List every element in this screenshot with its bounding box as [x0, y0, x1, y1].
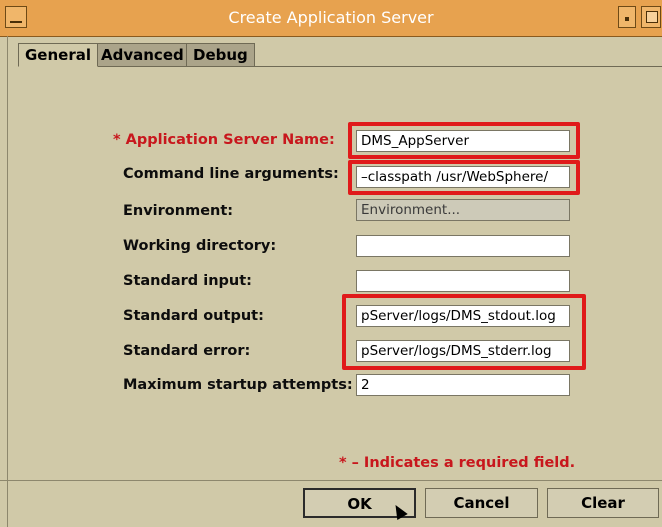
create-app-server-dialog: Create Application Server General Advanc…	[0, 0, 662, 527]
tab-debug[interactable]: Debug	[186, 43, 255, 67]
working-directory-label: Working directory:	[123, 238, 277, 254]
standard-error-label: Standard error:	[123, 343, 251, 359]
working-directory-field[interactable]	[356, 235, 570, 257]
window-title: Create Application Server	[228, 8, 434, 27]
button-bar-divider	[0, 480, 662, 481]
left-border	[7, 36, 8, 527]
command-line-args-label: Command line arguments:	[123, 166, 339, 182]
environment-button[interactable]: Environment...	[356, 199, 570, 221]
highlight-command-line-args	[348, 160, 580, 195]
highlight-app-server-name	[348, 122, 580, 159]
environment-label: Environment:	[123, 203, 234, 219]
title-bar[interactable]: Create Application Server	[0, 0, 662, 37]
tab-advanced[interactable]: Advanced	[94, 43, 191, 67]
standard-input-label: Standard input:	[123, 273, 252, 289]
clear-button[interactable]: Clear	[547, 488, 659, 518]
tab-divider	[18, 66, 662, 67]
maximize-icon[interactable]	[641, 6, 661, 28]
highlight-standard-streams	[342, 294, 586, 370]
required-field-note: * – Indicates a required field.	[339, 455, 576, 471]
tab-general[interactable]: General	[18, 43, 98, 67]
max-startup-attempts-label: Maximum startup attempts:	[123, 377, 353, 393]
app-server-name-label: * Application Server Name:	[113, 132, 335, 148]
minimize-icon[interactable]	[618, 6, 636, 28]
cancel-button[interactable]: Cancel	[425, 488, 538, 518]
standard-output-label: Standard output:	[123, 308, 264, 324]
max-startup-attempts-field[interactable]: 2	[356, 374, 570, 396]
standard-input-field[interactable]	[356, 270, 570, 292]
